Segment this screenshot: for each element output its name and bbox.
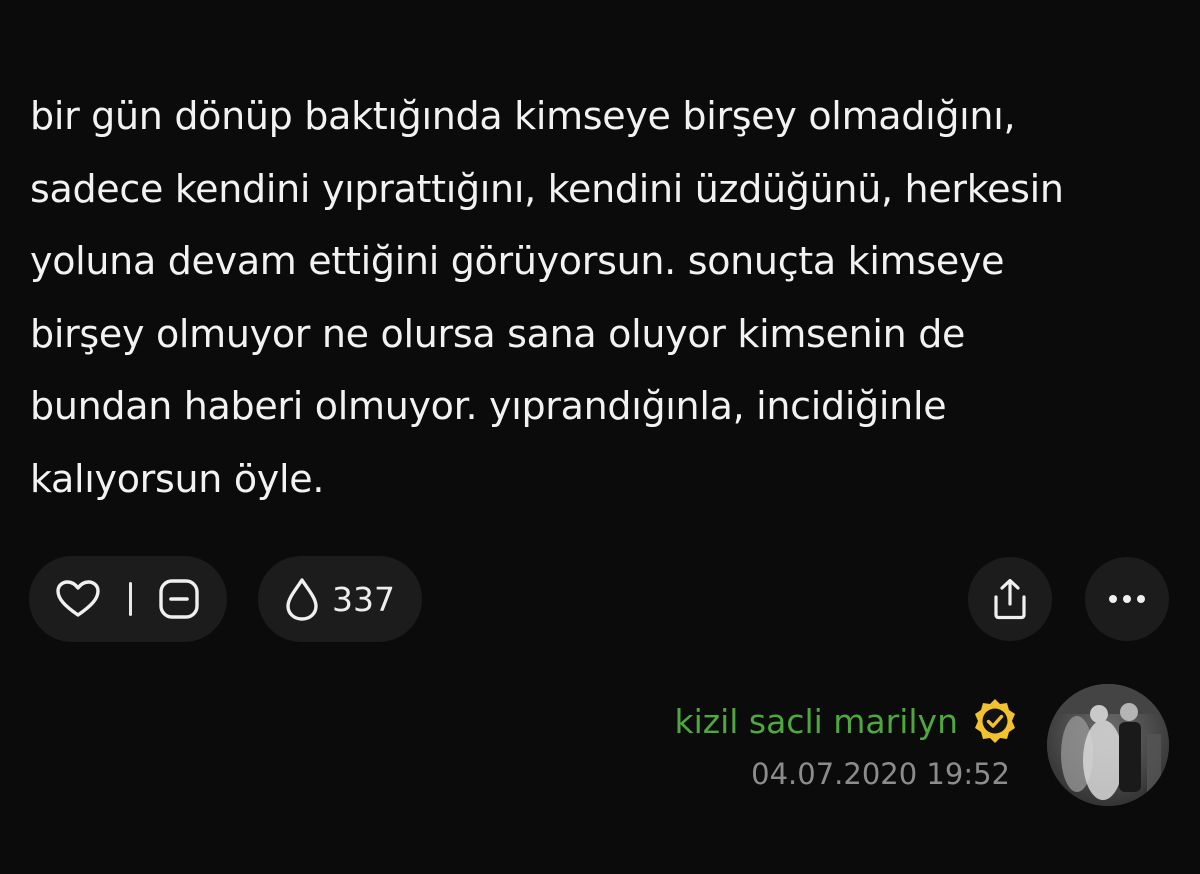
share-icon (994, 578, 1026, 620)
avatar[interactable] (1047, 684, 1169, 806)
verified-badge-icon (975, 699, 1015, 743)
post-line: sadece kendini yıprattığını, kendini üzd… (30, 166, 1064, 211)
dislike-button[interactable] (156, 576, 202, 622)
post-body: bir gün dönüp baktığında kimseye birşey … (30, 80, 1170, 515)
like-button[interactable] (51, 579, 105, 619)
author-row[interactable]: kizil sacli marilyn (674, 696, 1020, 746)
heart-icon (56, 580, 100, 617)
drop-icon-wrap (282, 575, 322, 623)
drop-icon (286, 578, 318, 621)
reaction-pill (29, 556, 227, 642)
author-name[interactable]: kizil sacli marilyn (674, 702, 958, 741)
verified-badge (970, 696, 1020, 746)
views-count: 337 (332, 579, 395, 619)
minus-square-icon (159, 579, 199, 619)
share-button[interactable] (968, 557, 1052, 641)
more-horizontal-icon (1109, 595, 1145, 603)
post-line: kalıyorsun öyle. (30, 456, 325, 501)
views-pill[interactable]: 337 (258, 556, 422, 642)
post-line: bundan haberi olmuyor. yıprandığınla, in… (30, 384, 947, 428)
more-options-button[interactable] (1085, 557, 1169, 641)
post-view: bir gün dönüp baktığında kimseye birşey … (0, 0, 1200, 874)
avatar-photo-icon (1047, 684, 1169, 806)
post-line: bir gün dönüp baktığında kimseye birşey … (30, 94, 1016, 138)
post-line: yoluna devam ettiğini görüyorsun. sonuçt… (30, 239, 1005, 283)
post-timestamp: 04.07.2020 19:52 (751, 757, 1010, 791)
post-line: birşey olmuyor ne olursa sana oluyor kim… (30, 311, 966, 356)
reaction-divider (129, 582, 132, 616)
